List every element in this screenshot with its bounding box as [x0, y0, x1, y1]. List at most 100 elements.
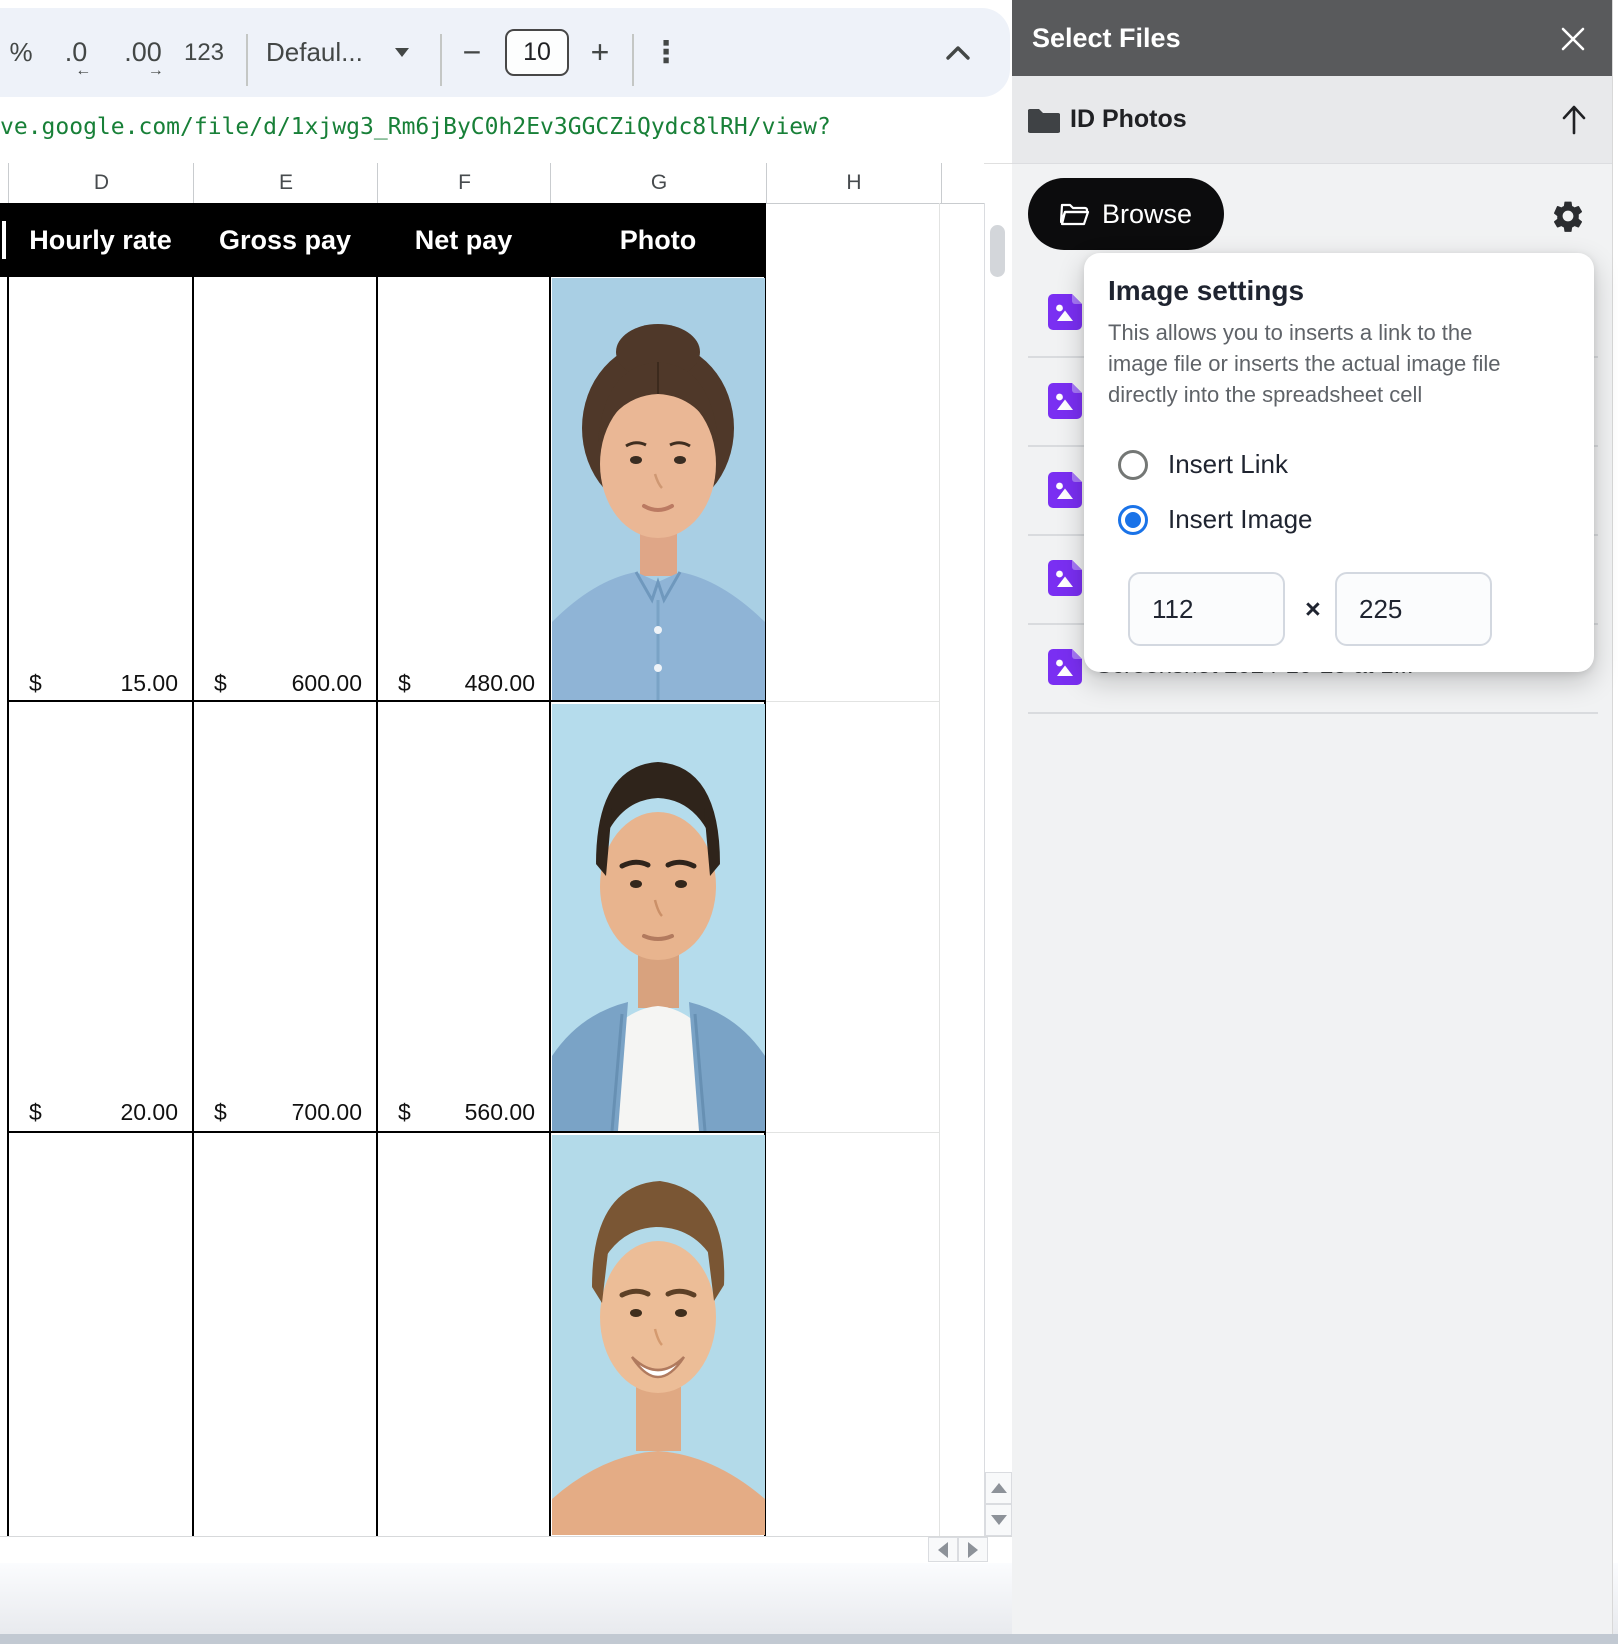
bottom-strip — [0, 1634, 1618, 1644]
decrease-font-size-button[interactable]: − — [452, 8, 492, 97]
cell-value: 560.00 — [465, 1099, 535, 1126]
arrow-up-icon[interactable] — [1560, 104, 1588, 136]
scroll-right-button[interactable] — [958, 1537, 988, 1562]
font-size-field[interactable]: 10 — [505, 8, 569, 97]
employee-photo-1[interactable] — [552, 278, 765, 700]
decrease-decimal-button[interactable]: .0 ← — [48, 8, 104, 97]
increase-font-size-button[interactable]: + — [580, 8, 620, 97]
scroll-down-button[interactable] — [985, 1504, 1012, 1536]
cell-value: 15.00 — [120, 670, 178, 697]
height-input[interactable] — [1335, 572, 1492, 646]
scroll-left-button[interactable] — [928, 1537, 958, 1562]
chevron-up-icon — [944, 44, 972, 62]
cell-value: 480.00 — [465, 670, 535, 697]
settings-gear-icon[interactable] — [1550, 198, 1586, 234]
vertical-scrollbar-track[interactable] — [984, 203, 1013, 1536]
cell-value: 20.00 — [120, 1099, 178, 1126]
image-file-icon[interactable] — [1048, 472, 1082, 508]
table-border — [376, 277, 378, 1536]
column-header-g[interactable]: G — [550, 163, 767, 203]
width-input[interactable] — [1128, 572, 1285, 646]
image-settings-popover: Image settings This allows you to insert… — [1084, 253, 1594, 672]
radio-dot — [1125, 512, 1141, 528]
cell-hourly-rate-row2[interactable]: $20.00 — [9, 1089, 192, 1126]
table-border — [192, 277, 194, 1536]
currency-symbol: $ — [29, 670, 42, 697]
toolbar-divider — [246, 34, 248, 86]
cell-net-pay-row1[interactable]: $480.00 — [378, 660, 549, 697]
browse-button[interactable]: Browse — [1028, 178, 1224, 250]
description-line: directly into the spreadsheet cell — [1108, 379, 1501, 410]
table-border — [7, 700, 766, 702]
triangle-left-icon — [938, 1542, 948, 1558]
percent-format-button[interactable]: % — [4, 8, 38, 97]
increase-decimal-label: .00 → — [124, 37, 162, 68]
header-gross-pay[interactable]: Gross pay — [193, 203, 377, 277]
image-file-icon[interactable] — [1048, 383, 1082, 419]
gridline — [766, 701, 940, 702]
employee-photo-3[interactable] — [552, 1135, 765, 1535]
toolbar-divider — [440, 34, 442, 86]
image-file-icon[interactable] — [1048, 560, 1082, 596]
horizontal-scrollbar-track[interactable] — [0, 1536, 1012, 1563]
chevron-down-icon — [395, 48, 409, 57]
font-family-dropdown[interactable]: Defaul... — [266, 8, 366, 97]
close-icon[interactable] — [1560, 26, 1586, 52]
vertical-scrollbar-thumb[interactable] — [990, 225, 1005, 277]
currency-symbol: $ — [214, 1099, 227, 1126]
decrease-decimal-label: .0 ← — [65, 37, 88, 68]
currency-symbol: $ — [214, 670, 227, 697]
number-format-button[interactable]: 123 — [178, 8, 230, 97]
gridline — [939, 203, 940, 1536]
column-header-d[interactable]: D — [8, 163, 194, 203]
header-photo[interactable]: Photo — [550, 203, 766, 277]
insert-image-label: Insert Image — [1168, 504, 1313, 535]
popover-description: This allows you to inserts a link to the… — [1108, 317, 1501, 410]
panel-title: Select Files — [1032, 23, 1181, 54]
description-line: This allows you to inserts a link to the — [1108, 317, 1501, 348]
table-border — [7, 277, 9, 1536]
header-net-pay[interactable]: Net pay — [377, 203, 550, 277]
increase-decimal-button[interactable]: .00 → — [112, 8, 174, 97]
current-folder-row[interactable]: ID Photos — [1012, 76, 1612, 164]
panel-header: Select Files — [1012, 0, 1612, 76]
insert-image-option[interactable]: Insert Image — [1118, 504, 1313, 535]
header-hourly-rate[interactable]: Hourly rate — [8, 203, 193, 277]
folder-open-icon — [1060, 201, 1090, 227]
column-header-f[interactable]: F — [377, 163, 551, 203]
folder-name: ID Photos — [1070, 105, 1187, 134]
image-file-icon[interactable] — [1048, 294, 1082, 330]
screenshot-root: % .0 ← .00 → 123 Defaul... − 10 + ⋮ — [0, 0, 1618, 1644]
insert-link-label: Insert Link — [1168, 449, 1288, 480]
cell-hourly-rate-row1[interactable]: $15.00 — [9, 660, 192, 697]
folder-icon — [1028, 106, 1060, 134]
currency-symbol: $ — [398, 1099, 411, 1126]
collapse-toolbar-button[interactable] — [938, 8, 978, 97]
table-header-row: Hourly rate Gross pay Net pay Photo — [0, 203, 766, 277]
cell-gross-pay-row2[interactable]: $700.00 — [194, 1089, 376, 1126]
column-header-h[interactable]: H — [766, 163, 942, 203]
cell-value: 600.00 — [292, 670, 362, 697]
employee-photo-2[interactable] — [552, 704, 765, 1131]
radio-unchecked-icon[interactable] — [1118, 450, 1148, 480]
select-files-panel: Select Files ID Photos Browse — [1012, 0, 1613, 1634]
insert-link-option[interactable]: Insert Link — [1118, 449, 1288, 480]
popover-title: Image settings — [1108, 275, 1304, 307]
decrease-decimal-arrow-icon: ← — [75, 62, 91, 80]
radio-checked-icon[interactable] — [1118, 505, 1148, 535]
font-size-value: 10 — [505, 29, 569, 76]
gridline — [766, 1132, 940, 1133]
cell-net-pay-row2[interactable]: $560.00 — [378, 1089, 549, 1126]
currency-symbol: $ — [398, 670, 411, 697]
cell-gross-pay-row1[interactable]: $600.00 — [194, 660, 376, 697]
list-divider — [1028, 712, 1598, 714]
formula-bar-value[interactable]: ve.google.com/file/d/1xjwg3_Rm6jByC0h2Ev… — [0, 114, 831, 140]
font-family-dropdown-arrow[interactable] — [392, 8, 412, 97]
scroll-up-button[interactable] — [985, 1472, 1012, 1504]
more-options-button[interactable]: ⋮ — [646, 8, 686, 97]
column-header-e[interactable]: E — [193, 163, 378, 203]
column-header-row: D E F G H — [0, 163, 984, 204]
formula-bar[interactable]: ve.google.com/file/d/1xjwg3_Rm6jByC0h2Ev… — [0, 97, 1012, 164]
cell-value: 700.00 — [292, 1099, 362, 1126]
image-file-icon[interactable] — [1048, 649, 1082, 685]
